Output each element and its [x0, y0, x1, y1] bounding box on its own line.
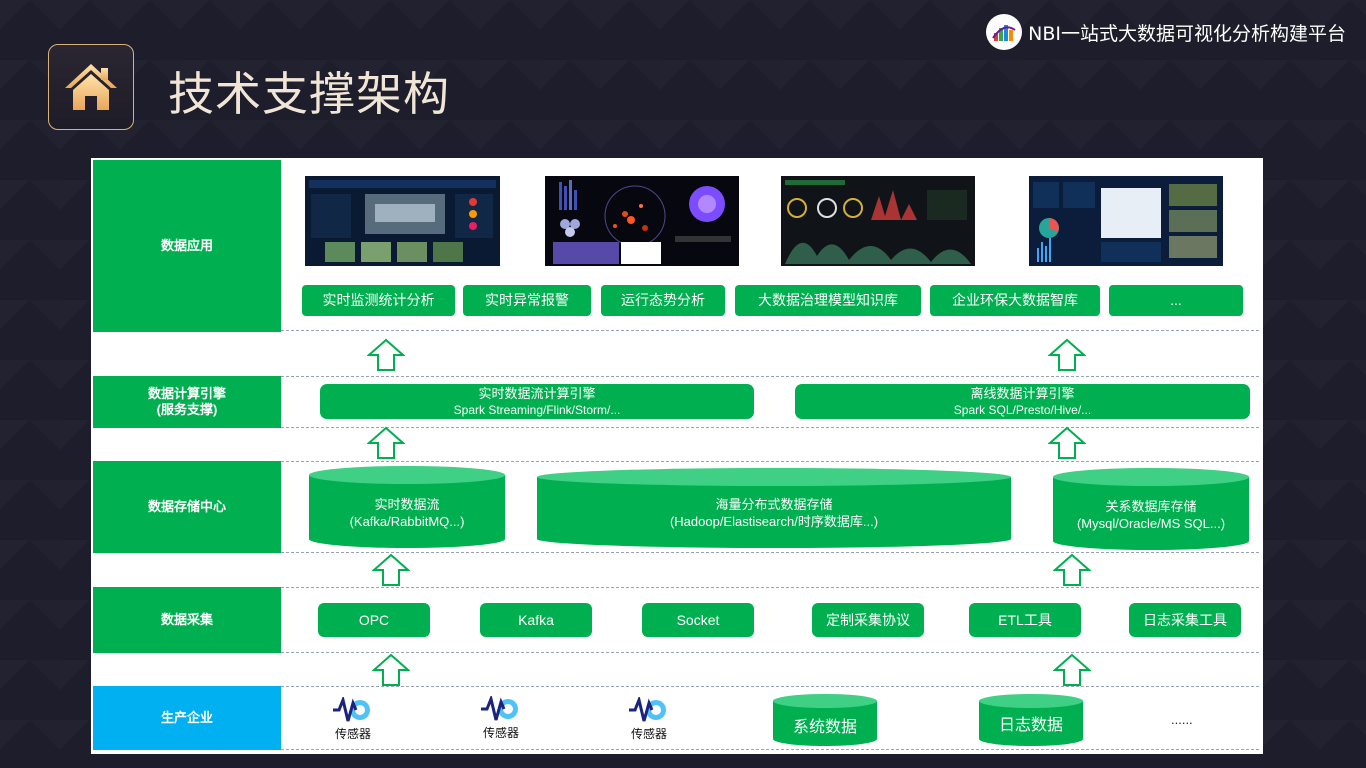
source-system-data-label: 系统数据	[792, 719, 857, 736]
storage-relational[interactable]: 关系数据库存储 (Mysql/Oracle/MS SQL...)	[1053, 468, 1249, 550]
arrow-up-icon	[1053, 653, 1091, 686]
screenshot-scatter	[545, 176, 739, 266]
sensor-3-label: 传感器	[630, 727, 667, 741]
storage-distributed-tech: (Hadoop/Elastisearch/时序数据库...)	[669, 514, 879, 529]
screenshot-analytics	[781, 176, 975, 266]
storage-relational-name: 关系数据库存储	[1105, 499, 1197, 514]
engine-offline-tech: Spark SQL/Presto/Hive/...	[953, 402, 1092, 417]
screenshot-monitor	[305, 176, 500, 266]
app-button-situation[interactable]: 运行态势分析	[601, 285, 725, 316]
engine-realtime-tech: Spark Streaming/Flink/Storm/...	[453, 402, 621, 417]
collect-button-kafka[interactable]: Kafka	[480, 603, 592, 637]
home-icon	[65, 64, 117, 110]
arrow-up-icon	[1048, 338, 1086, 371]
storage-stream-tech: (Kafka/RabbitMQ...)	[349, 514, 465, 529]
collect-button-custom-protocol[interactable]: 定制采集协议	[812, 603, 924, 637]
sensor-1: 传感器	[323, 697, 383, 743]
arrow-up-icon	[372, 653, 410, 686]
collect-button-opc[interactable]: OPC	[318, 603, 430, 637]
storage-distributed[interactable]: 海量分布式数据存储 (Hadoop/Elastisearch/时序数据库...)	[537, 468, 1011, 548]
engine-offline[interactable]: 离线数据计算引擎 Spark SQL/Presto/Hive/...	[795, 384, 1250, 419]
layer-label-compute: 数据计算引擎 (服务支撑)	[93, 376, 281, 428]
app-button-alarm[interactable]: 实时异常报警	[463, 285, 591, 316]
layer-label-source: 生产企业	[93, 686, 281, 750]
home-button[interactable]	[48, 44, 134, 130]
collect-button-socket[interactable]: Socket	[642, 603, 754, 637]
arrow-up-icon	[1048, 426, 1086, 459]
sensor-2-label: 传感器	[482, 726, 519, 740]
architecture-diagram: 数据应用 实时监测统计分析 实时异常报警 运行态势分析 大数据治理模型知识库 企…	[91, 158, 1263, 754]
source-more: ......	[1171, 712, 1193, 727]
storage-distributed-name: 海量分布式数据存储	[715, 497, 833, 512]
storage-stream-name: 实时数据流	[374, 497, 440, 512]
source-log-data[interactable]: 日志数据	[979, 694, 1083, 746]
screenshot-dashboard	[1029, 176, 1223, 266]
page-title: 技术支撑架构	[168, 67, 450, 121]
arrow-up-icon	[1053, 553, 1091, 586]
collect-button-log[interactable]: 日志采集工具	[1129, 603, 1241, 637]
engine-realtime[interactable]: 实时数据流计算引擎 Spark Streaming/Flink/Storm/..…	[320, 384, 754, 419]
sensor-wave-icon	[333, 697, 370, 722]
app-button-knowledge-base[interactable]: 大数据治理模型知识库	[735, 285, 921, 316]
app-button-think-tank[interactable]: 企业环保大数据智库	[930, 285, 1100, 316]
arrow-up-icon	[367, 426, 405, 459]
sensor-2: 传感器	[471, 696, 531, 742]
layer-frame-source	[281, 686, 1259, 750]
app-button-more[interactable]: ...	[1109, 285, 1243, 316]
layer-label-app: 数据应用	[93, 160, 281, 332]
brand-name: NBI一站式大数据可视化分析构建平台	[1028, 22, 1346, 45]
collect-button-etl[interactable]: ETL工具	[969, 603, 1081, 637]
arrow-up-icon	[367, 338, 405, 371]
sensor-3: 传感器	[619, 697, 679, 743]
brand-logo-icon	[986, 14, 1023, 50]
storage-stream[interactable]: 实时数据流 (Kafka/RabbitMQ...)	[309, 466, 505, 548]
sensor-wave-icon	[481, 696, 518, 721]
layer-label-collect: 数据采集	[93, 587, 281, 653]
layer-label-storage: 数据存储中心	[93, 461, 281, 553]
engine-offline-name: 离线数据计算引擎	[970, 385, 1075, 401]
engine-realtime-name: 实时数据流计算引擎	[478, 385, 596, 401]
arrow-up-icon	[372, 553, 410, 586]
brand: NBI一站式大数据可视化分析构建平台	[986, 14, 1346, 50]
source-log-data-label: 日志数据	[998, 717, 1063, 734]
sensor-1-label: 传感器	[334, 727, 371, 741]
app-button-realtime-stats[interactable]: 实时监测统计分析	[302, 285, 455, 316]
source-system-data[interactable]: 系统数据	[773, 694, 877, 746]
sensor-wave-icon	[629, 697, 666, 722]
storage-relational-tech: (Mysql/Oracle/MS SQL...)	[1076, 516, 1226, 531]
